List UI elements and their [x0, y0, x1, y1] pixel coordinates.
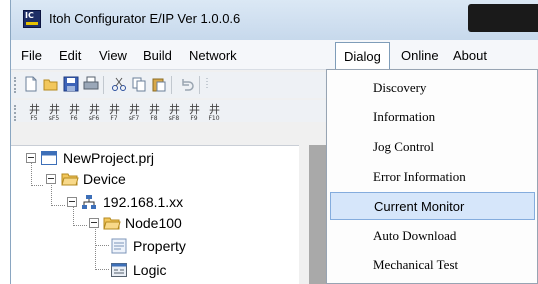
collapse-icon[interactable] [89, 218, 99, 228]
function-key-f10[interactable]: 井 F10 [205, 104, 223, 122]
menu-item-jog-control[interactable]: Jog Control [327, 133, 537, 161]
function-key-f9[interactable]: 井 F9 [185, 104, 203, 122]
app-icon-text: IC [25, 11, 34, 20]
tree-label-ip: 192.168.1.xx [103, 194, 184, 210]
property-icon [111, 238, 127, 254]
menu-about[interactable]: About [453, 48, 487, 63]
paste-icon[interactable] [151, 76, 167, 92]
function-key-sf8[interactable]: 井 sF8 [165, 104, 183, 122]
print-icon[interactable] [83, 76, 99, 92]
open-folder-icon[interactable] [43, 76, 59, 92]
tree-label-project: NewProject.prj [63, 150, 155, 166]
tree-item-device[interactable]: Device [11, 170, 211, 190]
menu-item-auto-download[interactable]: Auto Download [327, 222, 537, 250]
tree-label-node: Node100 [125, 215, 182, 231]
menu-item-discovery[interactable]: Discovery [327, 74, 537, 102]
title-bar: IC Itoh Configurator E/IP Ver 1.0.0.6 [11, 0, 538, 40]
dialog-menu-dropdown: Discovery Information Jog Control Error … [326, 69, 538, 284]
logic-icon [111, 263, 127, 277]
tree-label-property: Property [133, 238, 186, 254]
menu-edit[interactable]: Edit [59, 48, 81, 63]
menu-build[interactable]: Build [143, 48, 172, 63]
function-key-sf6[interactable]: 井 sF6 [85, 104, 103, 122]
project-tree: NewProject.prj Device 192.168.1.xx Node1… [11, 145, 299, 284]
copy-icon[interactable] [131, 76, 147, 92]
app-icon: IC [23, 10, 41, 28]
tree-item-ip[interactable]: 192.168.1.xx [11, 193, 231, 213]
network-icon [82, 195, 96, 209]
toolbar-separator [199, 76, 200, 94]
function-key-sf5[interactable]: 井 sF5 [45, 104, 63, 122]
menu-item-information[interactable]: Information [327, 103, 537, 131]
tree-label-logic: Logic [133, 262, 167, 278]
project-window-icon [41, 151, 57, 165]
cut-icon[interactable] [111, 76, 127, 92]
menu-item-error-information[interactable]: Error Information [327, 163, 537, 191]
menu-online[interactable]: Online [401, 48, 439, 63]
function-key-f8[interactable]: 井 F8 [145, 104, 163, 122]
menu-item-current-monitor[interactable]: Current Monitor [330, 192, 535, 220]
title-bar-controls [468, 4, 538, 32]
function-key-f6[interactable]: 井 F6 [65, 104, 83, 122]
new-file-icon[interactable] [23, 76, 39, 92]
grip-icon [206, 78, 208, 90]
save-icon[interactable] [63, 76, 79, 92]
open-folder-icon [61, 173, 79, 186]
function-key-f5[interactable]: 井 F5 [25, 104, 43, 122]
tree-item-property[interactable]: Property [11, 237, 251, 257]
menu-network[interactable]: Network [189, 48, 237, 63]
toolbar-grip[interactable] [14, 77, 17, 93]
tree-item-project[interactable]: NewProject.prj [11, 149, 211, 169]
undo-icon[interactable] [179, 76, 195, 92]
toolbar-grip[interactable] [14, 105, 17, 121]
menu-file[interactable]: File [21, 48, 42, 63]
function-key-sf7[interactable]: 井 sF7 [125, 104, 143, 122]
collapse-icon[interactable] [46, 174, 56, 184]
menu-dialog[interactable]: Dialog [335, 42, 390, 70]
tree-item-node[interactable]: Node100 [11, 214, 231, 234]
menu-view[interactable]: View [99, 48, 127, 63]
open-folder-icon [103, 217, 121, 230]
menu-item-mechanical-test[interactable]: Mechanical Test [327, 251, 537, 279]
tree-item-logic[interactable]: Logic [11, 261, 251, 281]
window-title: Itoh Configurator E/IP Ver 1.0.0.6 [49, 11, 241, 26]
menu-bar: File Edit View Build Network Dialog Onli… [11, 40, 538, 70]
collapse-icon[interactable] [67, 197, 77, 207]
collapse-icon[interactable] [26, 153, 36, 163]
function-key-f7[interactable]: 井 F7 [105, 104, 123, 122]
tree-label-device: Device [83, 171, 126, 187]
toolbar-separator [103, 76, 104, 94]
toolbar-separator [171, 76, 172, 94]
